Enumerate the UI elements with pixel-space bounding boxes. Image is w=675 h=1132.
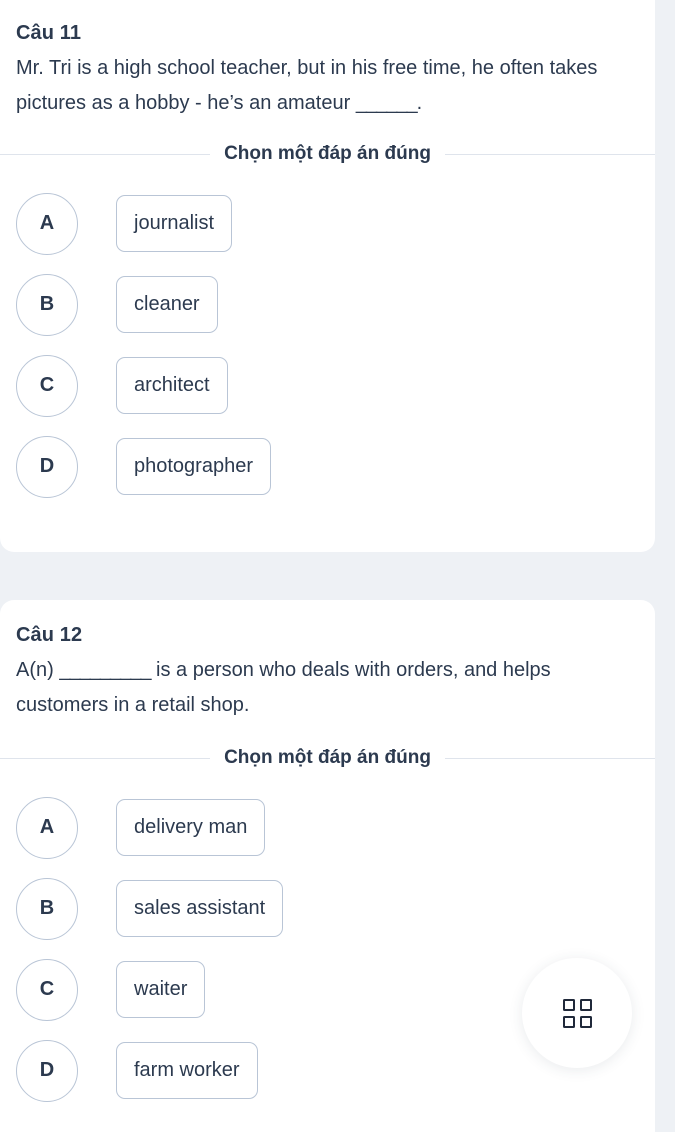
- option-letter-d[interactable]: D: [16, 435, 78, 498]
- option-letter-d[interactable]: D: [16, 1039, 78, 1102]
- question-text-after: .: [416, 92, 423, 114]
- grid-icon-square-3: [562, 1015, 575, 1028]
- question-card-1: Câu 11 Mr. Tri is a high school teacher,…: [0, 0, 656, 552]
- option-button-a[interactable]: delivery man: [116, 799, 266, 856]
- option-row-b[interactable]: B sales assistant: [16, 868, 639, 949]
- option-letter-a[interactable]: A: [16, 192, 78, 255]
- divider-line-left: [0, 153, 211, 155]
- option-button-c[interactable]: waiter: [116, 961, 206, 1018]
- grid-icon-square-1: [562, 998, 575, 1011]
- divider-line-right: [444, 153, 656, 155]
- answer-prompt-divider: Chọn một đáp án đúng: [0, 747, 656, 769]
- question-text-before: Mr. Tri is a high school teacher, but in…: [16, 57, 598, 114]
- option-row-d[interactable]: D photographer: [16, 426, 639, 507]
- option-letter-c[interactable]: C: [16, 958, 78, 1021]
- option-letter-c[interactable]: C: [16, 354, 78, 417]
- option-button-d[interactable]: photographer: [116, 438, 271, 495]
- option-row-a[interactable]: A journalist: [16, 183, 639, 264]
- option-letter-a[interactable]: A: [16, 796, 78, 859]
- quiz-scroll-area[interactable]: Câu 11 Mr. Tri is a high school teacher,…: [0, 0, 675, 1132]
- option-button-d[interactable]: farm worker: [116, 1042, 258, 1099]
- answer-prompt-label: Chọn một đáp án đúng: [224, 143, 431, 164]
- option-letter-b[interactable]: B: [16, 877, 78, 940]
- option-list: A journalist B cleaner C architect D pho…: [16, 183, 639, 507]
- question-number: Câu 12: [16, 624, 83, 646]
- answer-prompt-divider: Chọn một đáp án đúng: [0, 143, 656, 165]
- option-button-b[interactable]: sales assistant: [116, 880, 284, 937]
- option-button-a[interactable]: journalist: [116, 195, 233, 252]
- question-text: Mr. Tri is a high school teacher, but in…: [16, 51, 616, 121]
- option-row-a[interactable]: A delivery man: [16, 787, 639, 868]
- divider-line-left: [0, 757, 211, 759]
- option-button-b[interactable]: cleaner: [116, 276, 218, 333]
- option-row-c[interactable]: C architect: [16, 345, 639, 426]
- question-grid-button[interactable]: [522, 958, 632, 1068]
- grid-icon-square-4: [579, 1015, 592, 1028]
- option-list: A delivery man B sales assistant C waite…: [16, 787, 639, 1111]
- question-number: Câu 11: [16, 22, 82, 44]
- grid-icon: [562, 998, 592, 1028]
- option-letter-b[interactable]: B: [16, 273, 78, 336]
- grid-icon-square-2: [579, 998, 592, 1011]
- option-button-c[interactable]: architect: [116, 357, 228, 414]
- divider-line-right: [444, 757, 656, 759]
- option-row-b[interactable]: B cleaner: [16, 264, 639, 345]
- question-text-before: A(n): [16, 659, 60, 681]
- question-blank: ______: [355, 92, 418, 114]
- question-text: A(n) _________ is a person who deals wit…: [16, 653, 616, 723]
- answer-prompt-label: Chọn một đáp án đúng: [224, 747, 431, 768]
- question-blank: _________: [59, 659, 151, 681]
